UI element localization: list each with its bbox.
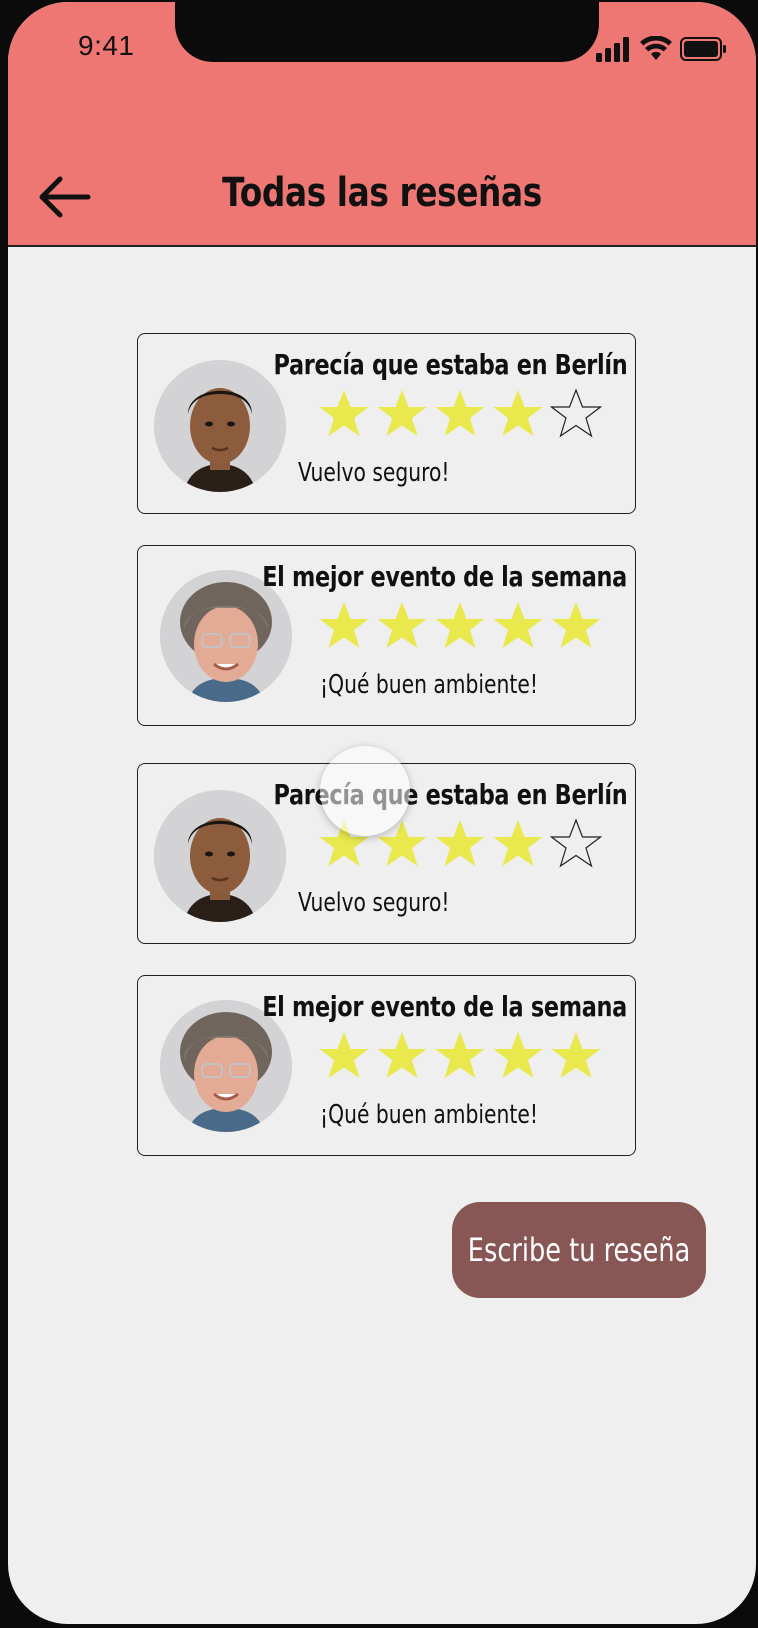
star-filled-icon (319, 390, 369, 436)
star-filled-icon (551, 602, 601, 648)
status-time: 9:41 (78, 30, 135, 61)
review-card[interactable]: El mejor evento de la semana ¡Qué buen a… (137, 545, 636, 726)
review-card[interactable]: Parecía que estaba en Berlín Vuelvo segu… (137, 333, 636, 514)
star-filled-icon (377, 1032, 427, 1078)
star-filled-icon (435, 602, 485, 648)
touch-indicator (320, 746, 410, 836)
star-filled-icon (551, 1032, 601, 1078)
review-text: ¡Qué buen ambiente! (320, 670, 538, 700)
phone-screen: 9:41 Todas las reseñas Parecía que estab… (8, 2, 756, 1624)
review-title: El mejor evento de la semana (262, 990, 627, 1023)
page-title: Todas las reseñas (222, 170, 542, 216)
star-rating (318, 1030, 602, 1082)
star-rating (318, 600, 602, 652)
star-filled-icon (377, 602, 427, 648)
star-filled-icon (435, 1032, 485, 1078)
young-man-avatar (154, 360, 286, 492)
star-filled-icon (493, 1032, 543, 1078)
device-notch (175, 2, 599, 62)
review-text: ¡Qué buen ambiente! (320, 1100, 538, 1130)
star-filled-icon (319, 1032, 369, 1078)
write-review-button[interactable]: Escribe tu reseña (452, 1202, 706, 1298)
star-filled-icon (435, 820, 485, 866)
star-empty-icon (550, 818, 602, 868)
header-bar: 9:41 Todas las reseñas (8, 2, 756, 247)
star-rating (318, 388, 602, 440)
star-filled-icon (493, 820, 543, 866)
star-filled-icon (377, 390, 427, 436)
star-empty-icon (550, 388, 602, 438)
review-title: El mejor evento de la semana (262, 560, 627, 593)
review-title: Parecía que estaba en Berlín (273, 348, 627, 381)
signal-icon (596, 36, 636, 62)
review-text: Vuelvo seguro! (298, 888, 450, 918)
young-man-avatar (154, 790, 286, 922)
star-filled-icon (319, 602, 369, 648)
star-filled-icon (493, 602, 543, 648)
review-card[interactable]: El mejor evento de la semana ¡Qué buen a… (137, 975, 636, 1156)
battery-icon (680, 36, 728, 62)
star-filled-icon (435, 390, 485, 436)
wifi-icon (640, 35, 672, 62)
write-review-label: Escribe tu reseña (467, 1231, 691, 1269)
star-filled-icon (493, 390, 543, 436)
review-text: Vuelvo seguro! (298, 458, 450, 488)
